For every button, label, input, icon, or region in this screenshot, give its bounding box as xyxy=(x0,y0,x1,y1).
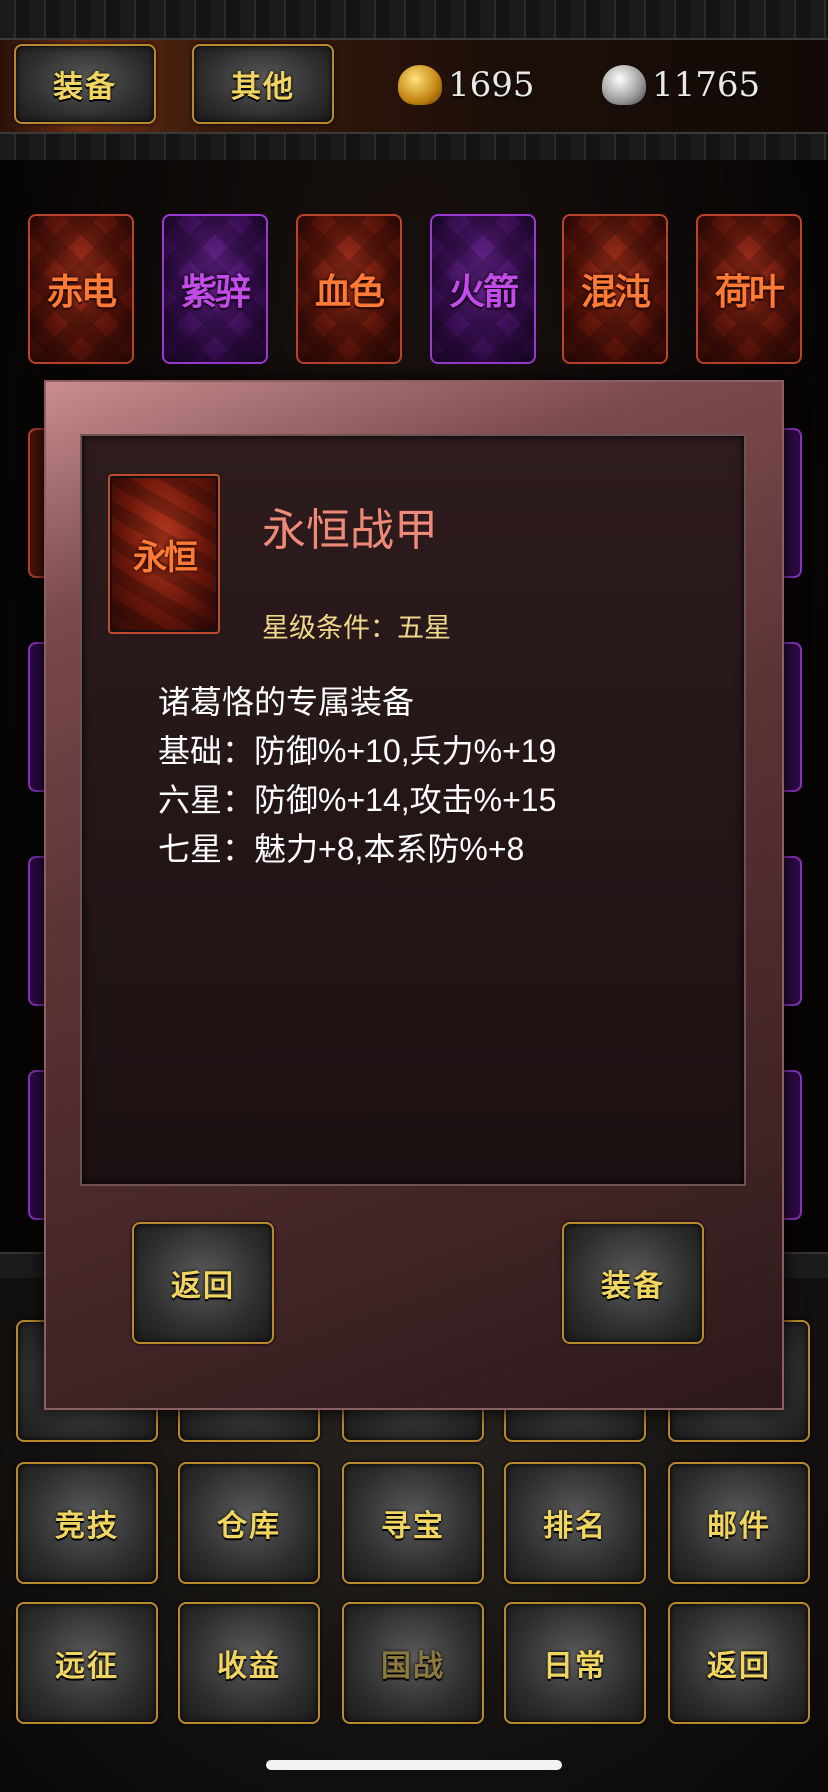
top-bar: 装备 其他 1695 11765 xyxy=(0,40,828,132)
item-detail-dialog: 永恒 永恒战甲 星级条件：五星 诸葛恪的专属装备 基础：防御%+10,兵力%+1… xyxy=(44,380,784,1410)
menu-daily-button[interactable]: 日常 xyxy=(504,1602,646,1724)
silver-ingot-icon xyxy=(602,65,646,105)
menu-treasure-button[interactable]: 寻宝 xyxy=(342,1462,484,1584)
card-chidian[interactable]: 赤电 xyxy=(28,214,134,364)
menu-ranking-button[interactable]: 排名 xyxy=(504,1462,646,1584)
gold-amount: 1695 xyxy=(448,65,535,105)
menu-return-button[interactable]: 返回 xyxy=(668,1602,810,1724)
item-icon: 永恒 xyxy=(108,474,220,634)
tab-equip-button[interactable]: 装备 xyxy=(14,44,156,124)
card-xuese[interactable]: 血色 xyxy=(296,214,402,364)
star-condition: 星级条件：五星 xyxy=(262,613,451,643)
description-line: 基础：防御%+10,兵力%+19 xyxy=(158,733,557,769)
home-indicator[interactable] xyxy=(266,1760,562,1770)
tab-other-button[interactable]: 其他 xyxy=(192,44,334,124)
description-line: 七星：魅力+8,本系防%+8 xyxy=(158,831,525,867)
top-border xyxy=(0,0,828,40)
silver-display: 11765 xyxy=(602,60,760,110)
dialog-back-button[interactable]: 返回 xyxy=(132,1222,274,1344)
item-name: 永恒战甲 xyxy=(262,506,438,555)
card-heye[interactable]: 荷叶 xyxy=(696,214,802,364)
card-zixing[interactable]: 紫骍 xyxy=(162,214,268,364)
dialog-equip-button[interactable]: 装备 xyxy=(562,1222,704,1344)
card-huojian[interactable]: 火箭 xyxy=(430,214,536,364)
item-description: 诸葛恪的专属装备 基础：防御%+10,兵力%+19 六星：防御%+14,攻击%+… xyxy=(158,678,556,874)
menu-arena-button[interactable]: 竞技 xyxy=(16,1462,158,1584)
menu-warehouse-button[interactable]: 仓库 xyxy=(178,1462,320,1584)
gold-display: 1695 xyxy=(398,60,535,110)
item-detail-panel: 永恒 永恒战甲 星级条件：五星 诸葛恪的专属装备 基础：防御%+10,兵力%+1… xyxy=(80,434,746,1186)
menu-national-war-button[interactable]: 国战 xyxy=(342,1602,484,1724)
silver-amount: 11765 xyxy=(652,65,761,105)
description-line: 六星：防御%+14,攻击%+15 xyxy=(158,782,557,818)
description-line: 诸葛恪的专属装备 xyxy=(158,684,415,720)
game-screen: 装备 其他 1695 11765 赤电 紫骍 血色 火箭 混沌 荷叶 竞技 仓库… xyxy=(0,0,828,1792)
menu-expedition-button[interactable]: 远征 xyxy=(16,1602,158,1724)
top-border-lower xyxy=(0,132,828,160)
card-hundun[interactable]: 混沌 xyxy=(562,214,668,364)
menu-income-button[interactable]: 收益 xyxy=(178,1602,320,1724)
gold-ingot-icon xyxy=(398,65,442,105)
menu-mail-button[interactable]: 邮件 xyxy=(668,1462,810,1584)
